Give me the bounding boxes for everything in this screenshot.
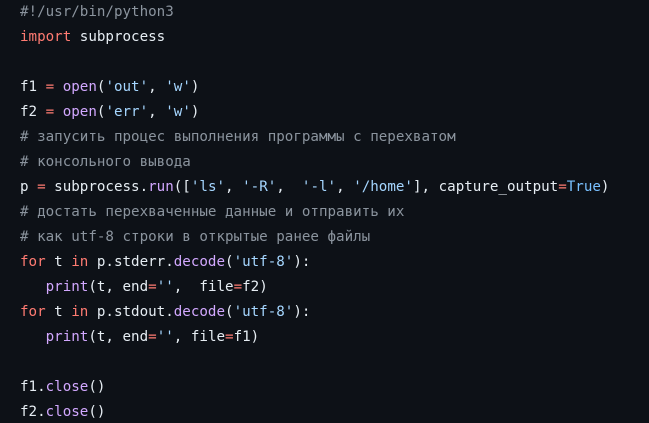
code-token-plain: ) <box>190 79 200 95</box>
code-token-builtin: decode <box>173 304 226 320</box>
code-token-plain: , file <box>173 329 226 345</box>
code-line: print(t, end='', file=f2) <box>20 275 649 300</box>
code-token-plain: f2 <box>20 104 46 120</box>
code-token-plain: (t, end <box>88 329 149 345</box>
code-token-plain: f2. <box>20 404 46 420</box>
code-token-plain: p.stderr. <box>88 254 174 270</box>
code-token-plain: , <box>276 179 302 195</box>
code-token-plain: ], capture_output <box>412 179 559 195</box>
code-token-string: 'w' <box>165 79 191 95</box>
code-line: for t in p.stderr.decode('utf-8'): <box>20 250 649 275</box>
code-token-builtin: open <box>62 104 97 120</box>
code-line: # как utf-8 строки в открытые ранее файл… <box>20 225 649 250</box>
code-token-plain: p.stdout. <box>88 304 174 320</box>
code-token-string: 'utf-8' <box>233 304 294 320</box>
code-token-keyword: = <box>45 104 55 120</box>
code-token-keyword: in <box>71 254 89 270</box>
code-token-plain: f2) <box>242 279 268 295</box>
code-token-builtin: print <box>45 279 89 295</box>
code-token-plain: , file <box>173 279 234 295</box>
code-token-comment: # запусить процес выполнения программы с… <box>20 129 456 145</box>
code-token-plain: , <box>148 104 166 120</box>
code-line: # запусить процес выполнения программы с… <box>20 125 649 150</box>
code-token-plain: ) <box>190 104 200 120</box>
code-token-keyword: for <box>20 304 46 320</box>
code-token-plain: () <box>88 379 106 395</box>
code-token-string: 'out' <box>105 79 149 95</box>
code-line: ​ <box>20 350 649 375</box>
code-token-builtin: print <box>45 329 89 345</box>
code-token-plain: f1 <box>20 79 46 95</box>
code-token-plain: subprocess. <box>45 179 149 195</box>
code-token-builtin: close <box>45 404 89 420</box>
code-token-plain: t <box>45 304 72 320</box>
code-line: for t in p.stdout.decode('utf-8'): <box>20 300 649 325</box>
code-token-comment: # достать перехваченные данные и отправи… <box>20 204 405 220</box>
code-token-comment: #!/usr/bin/python3 <box>20 4 174 20</box>
code-token-keyword: = <box>225 329 234 345</box>
code-line: import subprocess <box>20 25 649 50</box>
code-token-plain: subprocess <box>71 29 166 45</box>
code-token-plain: (t, end <box>88 279 149 295</box>
code-token-comment: # как utf-8 строки в открытые ранее файл… <box>20 229 371 245</box>
code-token-keyword: in <box>71 304 89 320</box>
code-token-plain: ( <box>225 254 234 270</box>
code-token-plain: ( <box>225 304 234 320</box>
code-token-constant: True <box>566 179 601 195</box>
code-token-string: '' <box>156 329 174 345</box>
code-token-plain: p <box>20 179 38 195</box>
code-token-keyword: = <box>558 179 567 195</box>
code-token-builtin: decode <box>173 254 226 270</box>
code-token-plain: f1. <box>20 379 46 395</box>
code-line: #!/usr/bin/python3 <box>20 0 649 25</box>
code-line: ​ <box>20 50 649 75</box>
code-line: print(t, end='', file=f1) <box>20 325 649 350</box>
code-token-plain: ) <box>600 179 610 195</box>
code-token-plain: , <box>336 179 354 195</box>
code-line: p = subprocess.run(['ls', '-R', '-l', '/… <box>20 175 649 200</box>
code-token-keyword: = <box>148 329 157 345</box>
code-token-plain: ): <box>293 254 311 270</box>
code-token-builtin: close <box>45 379 89 395</box>
code-line: f2.close() <box>20 400 649 423</box>
code-token-string: '-R' <box>242 179 277 195</box>
code-token-builtin: run <box>148 179 174 195</box>
code-token-string: '-l' <box>301 179 337 195</box>
code-token-keyword: = <box>148 279 157 295</box>
code-token-string: 'ls' <box>190 179 226 195</box>
code-token-builtin: open <box>62 79 97 95</box>
code-token-keyword: = <box>233 279 243 295</box>
code-token-string: '' <box>156 279 174 295</box>
code-token-string: 'utf-8' <box>233 254 294 270</box>
code-token-comment: # консольного вывода <box>20 154 191 170</box>
code-token-plain: t <box>45 254 72 270</box>
code-token-string: '/home' <box>353 179 413 195</box>
code-token-plain: () <box>88 404 106 420</box>
code-token-plain: , <box>225 179 243 195</box>
code-line: # консольного вывода <box>20 150 649 175</box>
code-token-keyword: = <box>37 179 46 195</box>
code-token-plain: ([ <box>173 179 191 195</box>
code-token-keyword: import <box>20 29 72 45</box>
code-token-plain: f1) <box>233 329 260 345</box>
code-token-string: 'w' <box>165 104 191 120</box>
code-block: #!/usr/bin/python3import subprocess​f1 =… <box>0 0 649 423</box>
code-line: f2 = open('err', 'w') <box>20 100 649 125</box>
code-token-keyword: for <box>20 254 46 270</box>
code-token-plain: ): <box>293 304 311 320</box>
code-token-plain: , <box>148 79 166 95</box>
code-line: f1.close() <box>20 375 649 400</box>
code-token-string: 'err' <box>105 104 149 120</box>
code-line: # достать перехваченные данные и отправи… <box>20 200 649 225</box>
code-token-keyword: = <box>45 79 55 95</box>
code-line: f1 = open('out', 'w') <box>20 75 649 100</box>
